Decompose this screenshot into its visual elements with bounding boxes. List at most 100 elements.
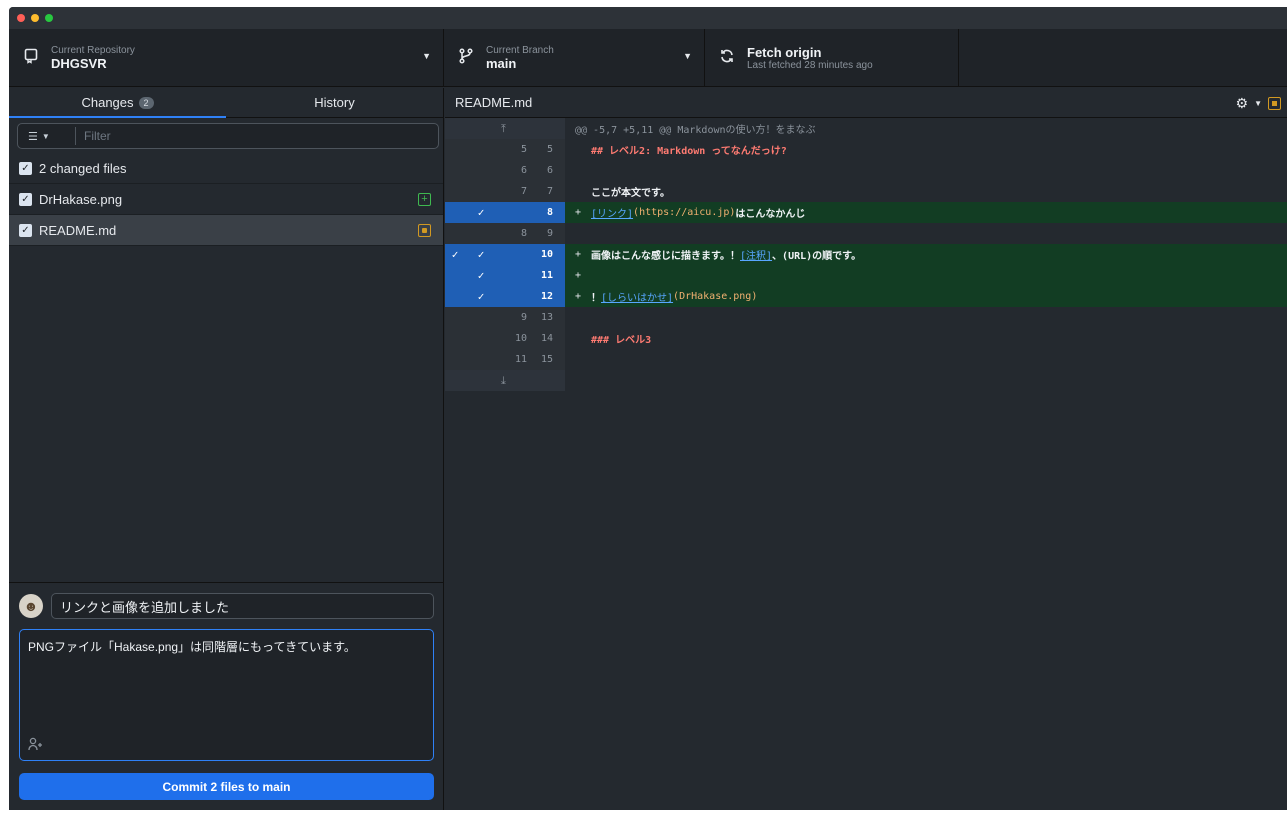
diff-line-added[interactable]: ✓ 12 + ！ [しらいはかせ] (DrHakase.png) xyxy=(445,286,1287,307)
toolbar: Current Repository DHGSVR ▼ Current Bran… xyxy=(9,29,1287,87)
commit-description-text: PNGファイル「Hakase.png」は同階層にもってきています。 xyxy=(28,640,356,654)
new-line-number: 9 xyxy=(546,228,553,239)
file-row-drhakase[interactable]: ✓ DrHakase.png + xyxy=(9,184,443,215)
commit-description-input[interactable]: PNGファイル「Hakase.png」は同階層にもってきています。 xyxy=(19,629,434,761)
diff-line-added[interactable]: ✓ ✓ 10 + 画像はこんな感じに描きます。！ [注釈] 、(URL)の順です。 xyxy=(445,244,1287,265)
new-line-number: 15 xyxy=(540,354,553,365)
tab-changes[interactable]: Changes 2 xyxy=(9,88,226,118)
person-add-icon[interactable] xyxy=(28,737,42,754)
repo-name: DHGSVR xyxy=(51,55,107,71)
gear-icon[interactable]: ⚙ xyxy=(1236,95,1249,112)
old-line-number: 5 xyxy=(520,144,527,155)
fetch-origin-button[interactable]: Fetch origin Last fetched 28 minutes ago xyxy=(705,29,959,86)
repo-label: Current Repository xyxy=(51,44,135,56)
chevron-down-icon[interactable]: ▼ xyxy=(1254,99,1262,108)
changes-count-badge: 2 xyxy=(138,96,154,109)
modified-status-icon xyxy=(1268,97,1281,110)
new-line-number: 6 xyxy=(546,165,553,176)
filter-row: ☰ ▼ xyxy=(9,118,443,153)
diff-panel: README.md ⚙ ▼ ⤒ @@ -5,7 +5,11 @@ Markdow… xyxy=(445,88,1287,810)
code-link-text: [しらいはかせ] xyxy=(601,293,674,304)
hunk-header-text: @@ -5,7 +5,11 @@ Markdownの使い方！をまなぶ xyxy=(575,125,816,136)
close-window-button[interactable] xyxy=(17,14,25,22)
sidebar-tabs: Changes 2 History xyxy=(9,88,443,118)
minimize-window-button[interactable] xyxy=(31,14,39,22)
diff-line: 11 15 xyxy=(445,349,1287,370)
chevron-down-icon: ▼ xyxy=(41,131,50,141)
code-text: ！ xyxy=(591,293,601,304)
avatar: ☻ xyxy=(19,594,43,618)
filter-input[interactable] xyxy=(76,129,376,143)
new-line-number: 5 xyxy=(546,144,553,155)
file-name: DrHakase.png xyxy=(39,191,123,207)
line-selected-check-icon[interactable]: ✓ xyxy=(471,206,491,219)
code-url-text: (https://aicu.jp) xyxy=(633,207,736,218)
tab-history[interactable]: History xyxy=(226,88,443,117)
line-selected-check-icon[interactable]: ✓ xyxy=(471,290,491,303)
commit-button[interactable]: Commit 2 files to main xyxy=(19,773,434,800)
code-text: ここが本文です。 xyxy=(591,188,670,199)
line-selected-check-icon[interactable]: ✓ xyxy=(471,248,491,261)
file-checkbox[interactable]: ✓ xyxy=(19,223,32,237)
code-link-text: [リンク] xyxy=(591,209,634,220)
diff-line-added[interactable]: ✓ 11 + xyxy=(445,265,1287,286)
diff-marker: + xyxy=(575,207,582,218)
title-bar xyxy=(9,7,1287,29)
code-text: ## レベル2: Markdown ってなんだっけ? xyxy=(591,146,787,157)
new-line-number: 13 xyxy=(540,312,553,323)
hunk-selected-check-icon[interactable]: ✓ xyxy=(445,248,465,261)
new-line-number: 7 xyxy=(546,186,553,197)
added-status-icon: + xyxy=(418,192,431,206)
new-line-number: 14 xyxy=(540,333,553,344)
new-line-number: 10 xyxy=(540,249,553,260)
diff-line: 89 xyxy=(445,223,1287,244)
diff-line: 7 7 ここが本文です。 xyxy=(445,181,1287,202)
filter-box: ☰ ▼ xyxy=(17,123,439,149)
branch-name: main xyxy=(486,55,517,71)
code-url-text: (DrHakase.png) xyxy=(673,291,758,302)
tab-changes-label: Changes xyxy=(81,95,134,110)
diff-view: ⤒ @@ -5,7 +5,11 @@ Markdownの使い方！をまなぶ 5 5 … xyxy=(445,118,1287,391)
code-text: 、(URL)の順です。 xyxy=(772,251,862,262)
expand-down-icon[interactable]: ⤓ xyxy=(501,374,506,388)
code-text: 画像はこんな感じに描きます。！ xyxy=(591,251,740,262)
changed-files-summary: 2 changed files xyxy=(39,160,127,176)
tab-history-label: History xyxy=(314,95,355,110)
file-row-readme[interactable]: ✓ README.md xyxy=(9,215,443,246)
filter-icon: ☰ xyxy=(28,130,38,143)
current-repository-button[interactable]: Current Repository DHGSVR ▼ xyxy=(9,29,444,86)
old-line-number: 6 xyxy=(520,165,527,176)
zoom-window-button[interactable] xyxy=(45,14,53,22)
branch-icon xyxy=(456,47,476,68)
commit-area: ☻ リンクと画像を追加しました PNGファイル「Hakase.png」は同階層に… xyxy=(9,582,444,810)
commit-summary-input[interactable]: リンクと画像を追加しました xyxy=(51,593,434,619)
app-window: Current Repository DHGSVR ▼ Current Bran… xyxy=(9,7,1287,810)
old-line-number: 8 xyxy=(520,228,527,239)
old-line-number: 10 xyxy=(514,333,527,344)
new-line-number: 11 xyxy=(540,270,553,281)
diff-marker: + xyxy=(575,270,582,281)
sync-icon xyxy=(717,48,737,68)
code-text: ### レベル3 xyxy=(591,335,652,346)
diff-line: 10 14 ### レベル3 xyxy=(445,328,1287,349)
diff-line: 5 5 ## レベル2: Markdown ってなんだっけ? xyxy=(445,139,1287,160)
file-checkbox[interactable]: ✓ xyxy=(19,192,32,206)
old-line-number: 11 xyxy=(514,354,527,365)
commit-button-branch: main xyxy=(262,779,291,794)
line-selected-check-icon[interactable]: ✓ xyxy=(471,269,491,282)
changes-sidebar: Changes 2 History ☰ ▼ ✓ 2 changed files … xyxy=(9,88,444,810)
new-line-number: 8 xyxy=(546,207,553,218)
chevron-down-icon: ▼ xyxy=(683,51,692,61)
expand-up-icon[interactable]: ⤒ xyxy=(501,122,506,136)
commit-button-prefix: Commit 2 files to xyxy=(162,779,263,794)
filter-options-button[interactable]: ☰ ▼ xyxy=(22,127,76,145)
select-all-row[interactable]: ✓ 2 changed files xyxy=(9,153,443,184)
current-branch-button[interactable]: Current Branch main ▼ xyxy=(444,29,705,86)
branch-label: Current Branch xyxy=(486,44,554,56)
repo-icon xyxy=(21,48,41,68)
fetch-subtitle: Last fetched 28 minutes ago xyxy=(747,59,873,71)
select-all-checkbox[interactable]: ✓ xyxy=(19,161,32,175)
old-line-number: 7 xyxy=(520,186,527,197)
diff-line-added[interactable]: ✓ 8 + [リンク] (https://aicu.jp) はこんなかんじ xyxy=(445,202,1287,223)
modified-status-icon xyxy=(418,223,431,237)
